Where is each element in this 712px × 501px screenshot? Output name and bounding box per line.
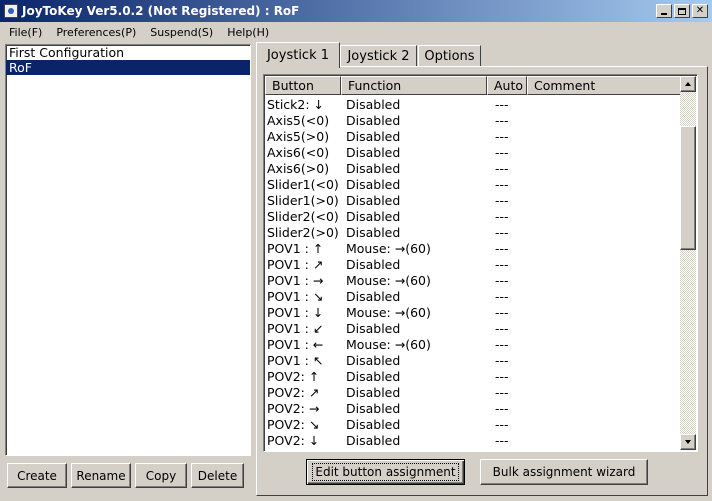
create-button[interactable]: Create bbox=[7, 463, 67, 488]
delete-button[interactable]: Delete bbox=[191, 463, 244, 488]
minimize-button[interactable] bbox=[656, 4, 672, 18]
tab-joystick-1-label: Joystick 1 bbox=[266, 48, 330, 63]
tab-joystick-1[interactable]: Joystick 1 bbox=[256, 42, 340, 68]
copy-button[interactable]: Copy bbox=[135, 463, 187, 488]
delete-button-label: Delete bbox=[197, 468, 238, 483]
maximize-icon bbox=[678, 7, 686, 15]
app-icon bbox=[4, 4, 18, 18]
menu-preferences[interactable]: Preferences(P) bbox=[49, 26, 143, 39]
tab-options-label: Options bbox=[424, 49, 475, 64]
configuration-list[interactable]: First Configuration RoF bbox=[5, 44, 251, 456]
config-item-rof[interactable]: RoF bbox=[6, 60, 250, 75]
menu-file[interactable]: File(F) bbox=[2, 26, 49, 39]
tab-joystick-2-label: Joystick 2 bbox=[347, 49, 410, 64]
minimize-icon bbox=[661, 13, 667, 15]
menu-help[interactable]: Help(H) bbox=[220, 26, 276, 39]
window-title: JoyToKey Ver5.0.2 (Not Registered) : RoF bbox=[22, 4, 300, 18]
config-item-first-configuration[interactable]: First Configuration bbox=[6, 45, 250, 60]
menu-bar: File(F) Preferences(P) Suspend(S) Help(H… bbox=[0, 22, 712, 42]
title-bar[interactable]: JoyToKey Ver5.0.2 (Not Registered) : RoF… bbox=[0, 0, 712, 22]
close-icon: ✕ bbox=[695, 5, 705, 16]
close-button[interactable]: ✕ bbox=[692, 4, 708, 18]
maximize-button[interactable] bbox=[674, 4, 690, 18]
tab-joystick-2[interactable]: Joystick 2 bbox=[340, 45, 417, 67]
tab-options[interactable]: Options bbox=[418, 45, 481, 67]
tab-panel bbox=[256, 66, 708, 496]
menu-suspend[interactable]: Suspend(S) bbox=[143, 26, 220, 39]
create-button-label: Create bbox=[17, 468, 57, 483]
rename-button[interactable]: Rename bbox=[71, 463, 131, 488]
copy-button-label: Copy bbox=[145, 468, 177, 483]
rename-button-label: Rename bbox=[76, 468, 126, 483]
